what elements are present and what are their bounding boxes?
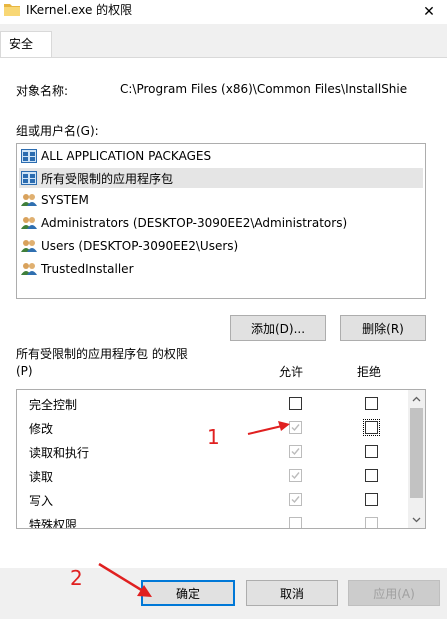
- perm-row-read: 读取: [17, 464, 407, 488]
- perm-name: 修改: [29, 422, 54, 436]
- group-item-restricted-packages[interactable]: 所有受限制的应用程序包: [19, 168, 423, 188]
- group-item-label: Administrators (DESKTOP-3090EE2\Administ…: [41, 216, 348, 230]
- object-name-label: 对象名称:: [16, 84, 69, 98]
- allow-column-header: 允许: [279, 365, 304, 379]
- group-item-label: 所有受限制的应用程序包: [41, 171, 174, 186]
- tab-security[interactable]: 安全: [0, 31, 52, 57]
- tab-strip: 安全: [0, 24, 447, 57]
- chevron-up-icon: [412, 396, 421, 401]
- users-icon: [21, 194, 37, 206]
- chevron-down-icon: [412, 517, 421, 522]
- group-list-label: 组或用户名(G):: [16, 124, 99, 138]
- perm-row-write: 写入: [17, 488, 407, 512]
- close-icon: ✕: [423, 4, 435, 20]
- deny-checkbox-modify[interactable]: [363, 419, 380, 436]
- scroll-thumb[interactable]: [410, 408, 423, 498]
- deny-checkbox-read[interactable]: [365, 469, 378, 482]
- annotation-marker-2: 2: [70, 566, 83, 590]
- folder-icon: [4, 4, 20, 16]
- group-item-label: TrustedInstaller: [41, 262, 134, 276]
- package-icon: [21, 171, 37, 185]
- perm-row-special: 特殊权限: [17, 512, 407, 529]
- add-button[interactable]: 添加(D)...: [230, 315, 326, 341]
- permissions-label-line1: 所有受限制的应用程序包 的权限: [16, 347, 188, 361]
- allow-checkbox-read[interactable]: [289, 469, 302, 482]
- perm-row-full-control: 完全控制: [17, 392, 407, 416]
- check-icon: [291, 448, 300, 456]
- group-item-trustedinstaller[interactable]: TrustedInstaller: [21, 259, 134, 279]
- scroll-up-button[interactable]: [408, 390, 425, 407]
- group-item-label: SYSTEM: [41, 193, 89, 207]
- check-icon: [291, 472, 300, 480]
- title-bar: IKernel.exe 的权限 ✕: [0, 0, 447, 24]
- ok-button-label: 确定: [175, 586, 200, 601]
- close-button[interactable]: ✕: [411, 0, 447, 24]
- group-item-label: ALL APPLICATION PACKAGES: [41, 149, 212, 163]
- cancel-button-label: 取消: [279, 586, 304, 601]
- group-item-system[interactable]: SYSTEM: [21, 190, 89, 210]
- apply-button[interactable]: 应用(A): [348, 580, 440, 606]
- add-button-label: 添加(D)...: [250, 321, 306, 336]
- deny-checkbox-full-control[interactable]: [365, 397, 378, 410]
- deny-checkbox-read-execute[interactable]: [365, 445, 378, 458]
- permissions-scrollbar[interactable]: [408, 390, 425, 528]
- perm-name: 读取: [29, 470, 54, 484]
- group-item-all-app-packages[interactable]: ALL APPLICATION PACKAGES: [21, 146, 211, 166]
- perm-name: 完全控制: [29, 398, 78, 412]
- tab-security-label: 安全: [9, 37, 34, 51]
- cancel-button[interactable]: 取消: [246, 580, 338, 606]
- check-icon: [291, 496, 300, 504]
- apply-button-label: 应用(A): [373, 586, 415, 601]
- permissions-label: 所有受限制的应用程序包 的权限 (P): [16, 346, 188, 380]
- users-icon: [21, 240, 37, 252]
- scroll-down-button[interactable]: [408, 511, 425, 528]
- group-item-administrators[interactable]: Administrators (DESKTOP-3090EE2\Administ…: [21, 213, 347, 233]
- allow-checkbox-modify[interactable]: [289, 421, 302, 434]
- deny-column-header: 拒绝: [357, 365, 382, 379]
- allow-checkbox-full-control[interactable]: [289, 397, 302, 410]
- perm-name: 写入: [29, 494, 54, 508]
- allow-checkbox-read-execute[interactable]: [289, 445, 302, 458]
- group-user-list[interactable]: ALL APPLICATION PACKAGES 所有受限制的应用程序包 SYS…: [16, 143, 426, 299]
- annotation-marker-1: 1: [207, 425, 220, 449]
- perm-name: 特殊权限: [29, 518, 78, 529]
- group-item-users[interactable]: Users (DESKTOP-3090EE2\Users): [21, 236, 238, 256]
- deny-checkbox-special[interactable]: [365, 517, 378, 528]
- perm-name: 读取和执行: [29, 446, 90, 460]
- remove-button-label: 删除(R): [362, 321, 404, 336]
- ok-button[interactable]: 确定: [141, 580, 235, 606]
- remove-button[interactable]: 删除(R): [340, 315, 426, 341]
- users-icon: [21, 263, 37, 275]
- security-panel: 对象名称: C:\Program Files (x86)\Common File…: [0, 57, 447, 568]
- allow-checkbox-special[interactable]: [289, 517, 302, 528]
- permissions-list[interactable]: 完全控制 修改 读取和执行 读取 写入 特殊权限: [16, 389, 426, 529]
- object-name-value: C:\Program Files (x86)\Common Files\Inst…: [120, 82, 408, 96]
- deny-checkbox-write[interactable]: [365, 493, 378, 506]
- group-item-label: Users (DESKTOP-3090EE2\Users): [41, 239, 239, 253]
- dialog-footer: 确定 取消 应用(A): [0, 568, 447, 619]
- check-icon: [291, 424, 300, 432]
- window-title: IKernel.exe 的权限: [26, 3, 133, 17]
- users-icon: [21, 217, 37, 229]
- package-icon: [21, 149, 37, 163]
- allow-checkbox-write[interactable]: [289, 493, 302, 506]
- permissions-label-line2: (P): [16, 364, 33, 378]
